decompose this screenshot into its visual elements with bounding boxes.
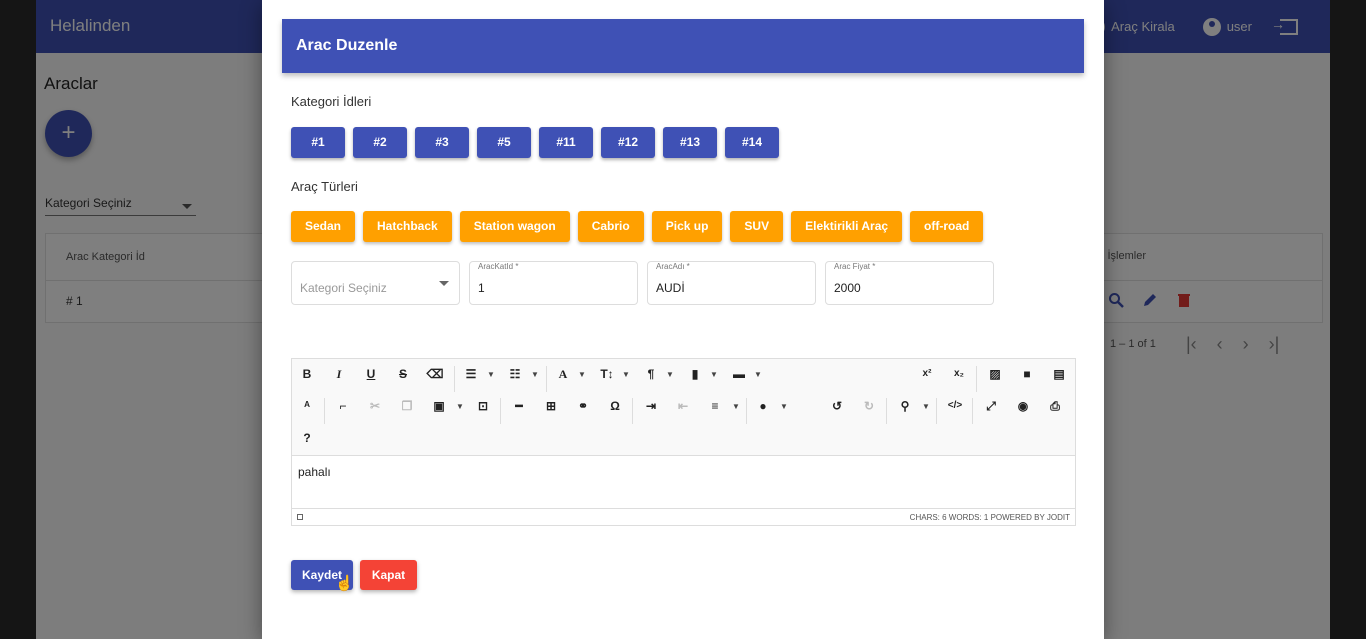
- chevron-down-icon[interactable]: ▼: [531, 370, 539, 379]
- fullscreen-icon[interactable]: ⤢: [980, 395, 1002, 417]
- chevron-down-icon[interactable]: ▼: [732, 402, 740, 411]
- superscript-icon[interactable]: x²: [916, 363, 938, 385]
- price-label: Arac Fiyat *: [834, 262, 876, 271]
- table-icon[interactable]: ⊞: [540, 395, 562, 417]
- vehicle-type-chip[interactable]: Sedan: [291, 211, 356, 242]
- paste-icon[interactable]: ▣: [428, 395, 450, 417]
- copy-icon[interactable]: ❐: [396, 395, 418, 417]
- omega-icon[interactable]: Ω: [604, 395, 626, 417]
- bold-icon[interactable]: B: [296, 363, 318, 385]
- category-id-chip[interactable]: #2: [353, 127, 407, 158]
- toolbar-row-1: B I U S ⌫ ☰ ▼ ☷ ▼ A ▼ T↕ ▼ ¶ ▼ ▮ ▼ ▬ ▼ x…: [292, 363, 1075, 395]
- subscript-icon[interactable]: x₂: [948, 363, 970, 385]
- rich-text-editor: B I U S ⌫ ☰ ▼ ☷ ▼ A ▼ T↕ ▼ ¶ ▼ ▮ ▼ ▬ ▼ x…: [291, 358, 1076, 526]
- category-id-chip[interactable]: #3: [415, 127, 469, 158]
- image-icon[interactable]: ▨: [984, 363, 1006, 385]
- search-replace-icon[interactable]: ⚲: [894, 395, 916, 417]
- category-id-chip[interactable]: #5: [477, 127, 531, 158]
- chevron-down-icon[interactable]: ▼: [922, 402, 930, 411]
- vehicle-type-chip[interactable]: Pick up: [651, 211, 723, 242]
- editor-statusbar: CHARS: 6 WORDS: 1 POWERED BY JODIT: [292, 508, 1075, 525]
- font-size-icon[interactable]: T↕: [596, 363, 618, 385]
- close-button[interactable]: Kapat: [360, 560, 417, 590]
- link-icon[interactable]: ⚭: [572, 395, 594, 417]
- resize-handle-icon[interactable]: [297, 514, 303, 520]
- vehicle-type-chips: Sedan Hatchback Station wagon Cabrio Pic…: [291, 211, 984, 242]
- editor-toolbar: B I U S ⌫ ☰ ▼ ☷ ▼ A ▼ T↕ ▼ ¶ ▼ ▮ ▼ ▬ ▼ x…: [292, 359, 1075, 456]
- strikethrough-icon[interactable]: S: [392, 363, 414, 385]
- category-ids-label: Kategori İdleri: [291, 94, 372, 109]
- toolbar-row-3: ?: [292, 427, 1075, 459]
- print-icon[interactable]: ⎙: [1044, 395, 1066, 417]
- category-id-chip[interactable]: #12: [601, 127, 655, 158]
- align-icon[interactable]: ≡: [704, 395, 726, 417]
- vehicle-name-label: AracAdı *: [656, 262, 690, 271]
- category-id-chips: #1 #2 #3 #5 #11 #12 #13 #14: [291, 127, 779, 158]
- katid-field[interactable]: AracKatId * 1: [469, 261, 638, 305]
- help-icon[interactable]: ?: [296, 427, 318, 449]
- category-select-placeholder: Kategori Seçiniz: [300, 281, 387, 295]
- katid-value: 1: [478, 281, 485, 295]
- category-id-chip[interactable]: #14: [725, 127, 779, 158]
- eraser-icon[interactable]: ⌫: [424, 363, 446, 385]
- chevron-down-icon[interactable]: ▼: [456, 402, 464, 411]
- category-select[interactable]: Kategori Seçiniz: [291, 261, 460, 305]
- brush-icon[interactable]: ●: [752, 395, 774, 417]
- video-icon[interactable]: ■: [1016, 363, 1038, 385]
- edit-vehicle-dialog: Arac Duzenle Kategori İdleri #1 #2 #3 #5…: [262, 0, 1104, 639]
- vehicle-type-chip[interactable]: Hatchback: [363, 211, 452, 242]
- paragraph-icon[interactable]: ¶: [640, 363, 662, 385]
- chevron-down-icon[interactable]: ▼: [710, 370, 718, 379]
- vehicle-name-field[interactable]: AracAdı * AUDİ: [647, 261, 816, 305]
- chevron-down-icon: [439, 281, 449, 286]
- redo-icon[interactable]: ↻: [858, 395, 880, 417]
- chevron-down-icon[interactable]: ▼: [578, 370, 586, 379]
- vehicle-types-label: Araç Türleri: [291, 179, 358, 194]
- chevron-down-icon[interactable]: ▼: [622, 370, 630, 379]
- numbered-list-icon[interactable]: ☷: [504, 363, 526, 385]
- category-id-chip[interactable]: #11: [539, 127, 593, 158]
- classes-icon[interactable]: ▮: [684, 363, 706, 385]
- dialog-title: Arac Duzenle: [282, 19, 1084, 73]
- price-value: 2000: [834, 281, 861, 295]
- source-code-icon[interactable]: </>: [944, 395, 966, 417]
- underline-icon[interactable]: U: [360, 363, 382, 385]
- vehicle-name-value: AUDİ: [656, 281, 685, 295]
- bulleted-list-icon[interactable]: ☰: [460, 363, 482, 385]
- chevron-down-icon[interactable]: ▼: [780, 402, 788, 411]
- line-height-icon[interactable]: ▬: [728, 363, 750, 385]
- horizontal-line-icon[interactable]: ━: [508, 395, 530, 417]
- preview-icon[interactable]: ◉: [1012, 395, 1034, 417]
- vehicle-type-chip[interactable]: Cabrio: [577, 211, 644, 242]
- vehicle-type-chip[interactable]: SUV: [730, 211, 784, 242]
- katid-label: AracKatId *: [478, 262, 519, 271]
- price-field[interactable]: Arac Fiyat * 2000: [825, 261, 994, 305]
- font-icon[interactable]: A: [552, 363, 574, 385]
- spellcheck-icon[interactable]: ᴬ: [296, 395, 318, 417]
- vehicle-type-chip[interactable]: off-road: [910, 211, 984, 242]
- undo-icon[interactable]: ↺: [826, 395, 848, 417]
- copy-format-icon[interactable]: ⌐: [332, 395, 354, 417]
- cut-icon[interactable]: ✂: [364, 395, 386, 417]
- category-id-chip[interactable]: #13: [663, 127, 717, 158]
- chevron-down-icon[interactable]: ▼: [487, 370, 495, 379]
- vehicle-type-chip[interactable]: Elektirikli Araç: [791, 211, 903, 242]
- outdent-icon[interactable]: ⇤: [672, 395, 694, 417]
- mouse-pointer-icon: ☝: [335, 575, 354, 592]
- vehicle-type-chip[interactable]: Station wagon: [459, 211, 570, 242]
- chevron-down-icon[interactable]: ▼: [754, 370, 762, 379]
- editor-content[interactable]: pahalı: [298, 465, 331, 479]
- indent-icon[interactable]: ⇥: [640, 395, 662, 417]
- select-all-icon[interactable]: ⊡: [472, 395, 494, 417]
- chevron-down-icon[interactable]: ▼: [666, 370, 674, 379]
- italic-icon[interactable]: I: [328, 363, 350, 385]
- toolbar-row-2: ᴬ ⌐ ✂ ❐ ▣ ▼ ⊡ ━ ⊞ ⚭ Ω ⇥ ⇤ ≡ ▼ ● ▼ ↺ ↻ ⚲ …: [292, 395, 1075, 427]
- editor-stats: CHARS: 6 WORDS: 1 POWERED BY JODIT: [909, 513, 1070, 522]
- file-icon[interactable]: ▤: [1048, 363, 1070, 385]
- category-id-chip[interactable]: #1: [291, 127, 345, 158]
